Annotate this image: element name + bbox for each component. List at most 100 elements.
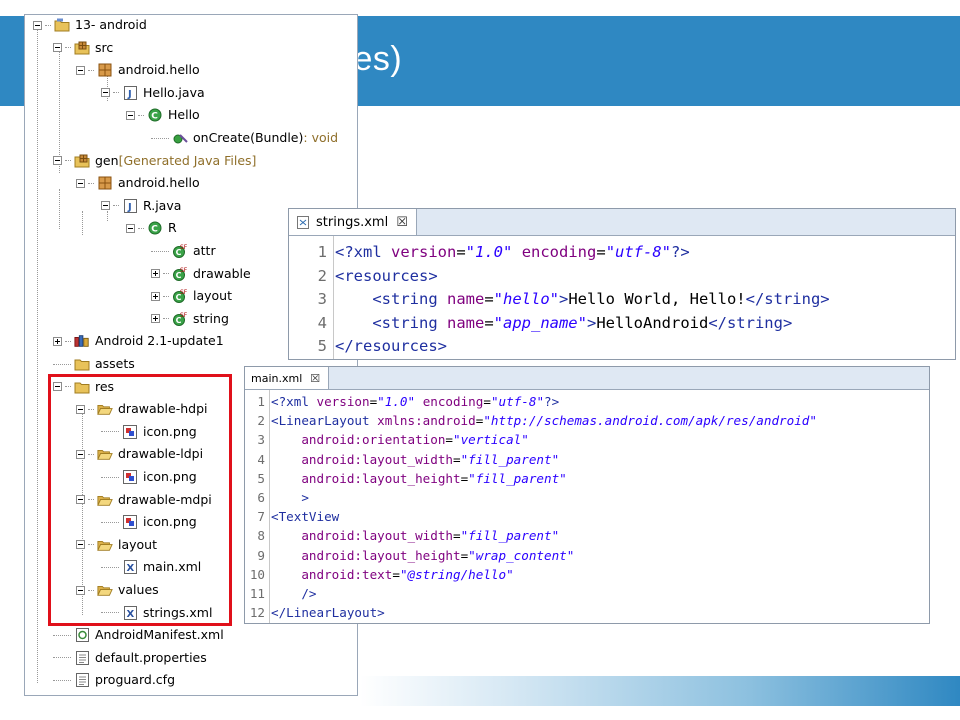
code-token: "http://schemas.android.com/apk/res/andr… — [483, 413, 817, 429]
code-token: android:layout_height — [301, 470, 461, 486]
code-line[interactable]: 4 android:layout_width = "fill_parent" — [245, 450, 559, 469]
code-line[interactable]: 1 <?xml version = "1.0" encoding = "utf-8" ?> — [289, 241, 690, 265]
collapse-icon[interactable] — [53, 156, 62, 166]
tree-item[interactable]: C Hello — [126, 105, 200, 125]
code-token: = — [475, 413, 484, 429]
code-line[interactable]: 4 <string name = "app_name" > HelloAndroid </… — [289, 312, 793, 336]
tree-connector — [65, 47, 71, 49]
code-line[interactable]: 12 </LinearLayout> — [245, 603, 385, 622]
tree-item[interactable]: 13- android — [33, 15, 147, 35]
collapse-icon[interactable] — [126, 223, 135, 233]
tree-item[interactable]: AndroidManifest.xml — [53, 625, 224, 645]
code-line[interactable]: 5 </resources> — [289, 335, 447, 359]
code-line[interactable]: 3 <string name = "hello" > Hello World, Hell… — [289, 288, 830, 312]
code-line[interactable]: 1 <?xml version = "1.0" encoding = "utf-8" ?> — [245, 392, 559, 411]
tree-item[interactable]: C SF drawable — [151, 264, 251, 284]
code-token: <string — [372, 313, 447, 332]
main-xml-editor[interactable]: main.xml ☒ 1 <?xml version = "1.0" encoding… — [244, 366, 930, 624]
xml-file-icon — [295, 215, 311, 229]
tree-item[interactable]: C SF layout — [151, 286, 232, 306]
code-line[interactable]: 3 android:orientation = "vertical" — [245, 430, 529, 449]
main-editor-tab-bar: main.xml ☒ — [245, 367, 929, 390]
code-token: = — [460, 470, 469, 486]
tree-item[interactable]: assets — [53, 354, 135, 374]
tree-item[interactable]: onCreate(Bundle) : void — [151, 128, 338, 148]
code-token: </resources> — [335, 337, 447, 355]
tree-item[interactable]: android.hello — [76, 173, 200, 193]
tree-connector — [88, 69, 94, 71]
tab-strings-xml[interactable]: strings.xml ☒ — [289, 209, 417, 235]
code-token: encoding — [521, 243, 597, 261]
code-token: = — [453, 528, 461, 544]
tree-item[interactable]: gen [Generated Java Files] — [53, 151, 256, 171]
tree-item-label: onCreate(Bundle) — [193, 130, 304, 145]
tab-label: main.xml — [251, 371, 303, 385]
code-token: </string> — [708, 313, 793, 332]
code-token: "vertical" — [453, 432, 529, 448]
svg-text:SF: SF — [180, 267, 188, 274]
code-line[interactable]: 9 android:layout_height = "wrap_content" — [245, 546, 574, 565]
code-token: = — [456, 243, 466, 261]
code-token: <?xml — [335, 243, 391, 261]
code-token: ?> — [671, 243, 690, 261]
manifest-file-icon — [74, 628, 90, 643]
tree-connector — [151, 137, 169, 139]
collapse-icon[interactable] — [53, 43, 62, 53]
code-line[interactable]: 2 <resources> — [289, 265, 438, 289]
tree-connector — [53, 657, 71, 659]
line-number: 2 — [317, 266, 327, 285]
collapse-icon[interactable] — [76, 65, 85, 75]
collapse-icon[interactable] — [76, 178, 85, 188]
tree-guide-line — [37, 29, 38, 683]
close-icon[interactable]: ☒ — [310, 372, 320, 385]
tree-item-label: string — [193, 310, 229, 326]
package-icon — [97, 176, 113, 190]
code-line[interactable]: 11 /> — [245, 584, 317, 603]
strings-xml-editor[interactable]: strings.xml ☒ 1 <?xml version = "1.0" encod… — [288, 208, 956, 360]
tree-item[interactable]: default.properties — [53, 648, 207, 668]
tree-connector — [138, 114, 144, 116]
line-number: 1 — [317, 243, 327, 261]
strings-editor-tab-bar: strings.xml ☒ — [289, 209, 955, 236]
expand-icon[interactable] — [53, 336, 62, 346]
tree-item[interactable]: J Hello.java — [101, 83, 205, 103]
tree-item[interactable]: Android 2.1-update1 — [53, 331, 224, 351]
static-final-class-icon: C SF — [172, 289, 188, 304]
expand-icon[interactable] — [151, 314, 160, 324]
code-line[interactable]: 5 android:layout_height = "fill_parent" — [245, 469, 566, 488]
code-line[interactable]: 2 <LinearLayout xmlns:android = "http://sch… — [245, 411, 817, 430]
line-number: 4 — [257, 451, 265, 467]
collapse-icon[interactable] — [101, 201, 110, 211]
close-icon[interactable]: ☒ — [396, 215, 408, 230]
code-token: <?xml — [271, 394, 317, 409]
tree-item-label: proguard.cfg — [95, 672, 175, 688]
expand-icon[interactable] — [151, 291, 160, 301]
code-token: android:text — [301, 566, 393, 582]
tree-connector — [65, 160, 71, 162]
expand-icon[interactable] — [151, 269, 160, 279]
code-line[interactable]: 7 <TextView — [245, 507, 339, 526]
svg-text:C: C — [151, 112, 158, 122]
code-token: > — [586, 313, 597, 332]
tree-item[interactable]: src — [53, 38, 113, 58]
tree-connector — [138, 227, 144, 229]
collapse-icon[interactable] — [33, 20, 42, 30]
code-line[interactable]: 6 > — [245, 488, 309, 507]
tree-item[interactable]: proguard.cfg — [53, 670, 175, 690]
code-line[interactable]: 8 android:layout_width = "fill_parent" — [245, 526, 559, 545]
code-token: encoding — [422, 394, 484, 409]
tree-item[interactable]: android.hello — [76, 60, 200, 80]
tree-item[interactable]: C SF string — [151, 309, 229, 329]
tree-connector — [53, 634, 71, 636]
svg-text:SF: SF — [180, 289, 188, 296]
collapse-icon[interactable] — [101, 88, 110, 98]
tree-item[interactable]: J R.java — [101, 196, 181, 216]
tree-item[interactable]: C SF attr — [151, 241, 216, 261]
tab-main-xml[interactable]: main.xml ☒ — [245, 367, 330, 389]
tree-item[interactable]: CR — [126, 218, 177, 238]
tree-item-label: R — [168, 220, 177, 236]
tree-item-label: Android 2.1-update1 — [95, 333, 224, 349]
code-line[interactable]: 10 android:text = "@string/hello" — [245, 565, 514, 584]
collapse-icon[interactable] — [126, 110, 135, 120]
code-token: = — [453, 451, 461, 467]
